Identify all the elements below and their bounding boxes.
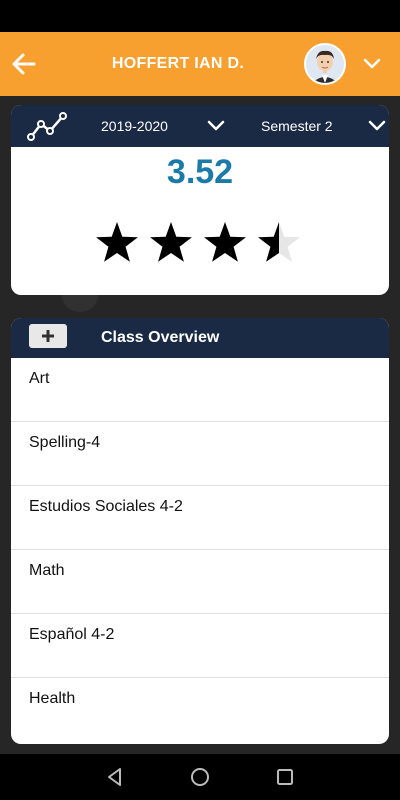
star-rating [96, 222, 300, 262]
student-name: HOFFERT IAN D. [111, 55, 245, 72]
avatar[interactable] [304, 43, 346, 85]
class-overview-title: Class Overview [101, 329, 220, 346]
plus-icon [42, 330, 54, 342]
nav-back-icon[interactable] [104, 766, 126, 788]
chevron-down-icon[interactable] [205, 115, 227, 137]
user-menu-button[interactable] [356, 48, 388, 80]
gpa-card: 2019-2020 Semester 2 3.52 [11, 105, 389, 295]
class-item[interactable]: Math [11, 550, 389, 614]
star-icon [258, 222, 300, 262]
star-icon [96, 222, 138, 262]
add-class-button[interactable] [29, 324, 67, 348]
class-item[interactable]: Art [11, 358, 389, 422]
star-icon [204, 222, 246, 262]
app-header: HOFFERT IAN D. [0, 32, 400, 96]
class-item[interactable]: Español 4-2 [11, 614, 389, 678]
class-item[interactable]: Health [11, 678, 389, 742]
back-arrow-icon [12, 53, 36, 75]
gpa-toolbar: 2019-2020 Semester 2 [11, 105, 389, 147]
nav-recents-icon[interactable] [274, 766, 296, 788]
gpa-value: 3.52 [166, 153, 234, 191]
year-select[interactable]: 2019-2020 [101, 105, 168, 147]
class-item[interactable]: Estudios Sociales 4-2 [11, 486, 389, 550]
status-bar [0, 0, 400, 32]
class-overview-header: Class Overview [11, 318, 389, 358]
back-button[interactable] [4, 44, 44, 84]
chevron-down-icon[interactable] [366, 115, 388, 137]
nav-home-icon[interactable] [189, 766, 211, 788]
class-item[interactable]: Spelling-4 [11, 422, 389, 486]
system-nav-bar [0, 754, 400, 800]
semester-select[interactable]: Semester 2 [261, 105, 333, 147]
class-list: Art Spelling-4 Estudios Sociales 4-2 Mat… [11, 358, 389, 742]
class-overview-card: Class Overview Art Spelling-4 Estudios S… [11, 318, 389, 744]
star-icon [150, 222, 192, 262]
chevron-down-icon [363, 58, 381, 69]
trend-icon[interactable] [27, 111, 69, 141]
